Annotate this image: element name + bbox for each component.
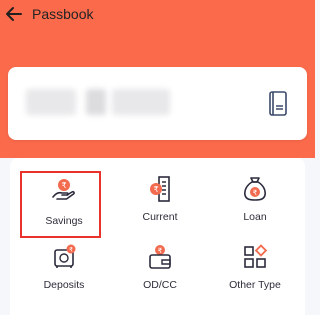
account-type-other[interactable]: Other Type xyxy=(212,241,298,303)
account-type-odcc[interactable]: ₹ OD/CC xyxy=(117,241,203,303)
passbook-icon[interactable] xyxy=(268,90,290,118)
redacted-account-text xyxy=(26,89,76,115)
current-building-coin-icon: ₹ xyxy=(150,176,170,202)
account-type-deposits[interactable]: ₹ Deposits xyxy=(21,241,107,303)
redacted-account-text xyxy=(112,89,170,115)
page-title: Passbook xyxy=(32,6,94,22)
odcc-wallet-icon: ₹ xyxy=(149,245,171,269)
account-type-current[interactable]: ₹ Current xyxy=(117,173,203,235)
svg-text:₹: ₹ xyxy=(253,189,258,197)
account-type-label: OD/CC xyxy=(143,279,177,291)
account-type-label: Other Type xyxy=(229,279,281,291)
account-type-savings[interactable]: ₹ Savings xyxy=(21,173,107,235)
account-type-label: Current xyxy=(142,211,178,223)
redacted-account-text xyxy=(86,89,106,115)
account-type-label: Deposits xyxy=(43,279,85,291)
svg-text:₹: ₹ xyxy=(61,181,66,190)
other-type-grid-icon xyxy=(244,244,268,268)
account-type-label: Savings xyxy=(45,215,83,227)
loan-money-bag-icon: ₹ xyxy=(244,177,266,201)
savings-hand-coin-icon: ₹ xyxy=(52,179,75,200)
back-arrow-icon[interactable] xyxy=(2,2,26,26)
svg-text:₹: ₹ xyxy=(158,247,163,255)
svg-text:₹: ₹ xyxy=(153,185,158,194)
svg-text:₹: ₹ xyxy=(69,247,73,254)
account-type-loan[interactable]: ₹ Loan xyxy=(212,173,298,235)
deposits-safe-icon: ₹ xyxy=(54,244,76,268)
account-type-label: Loan xyxy=(243,211,267,223)
